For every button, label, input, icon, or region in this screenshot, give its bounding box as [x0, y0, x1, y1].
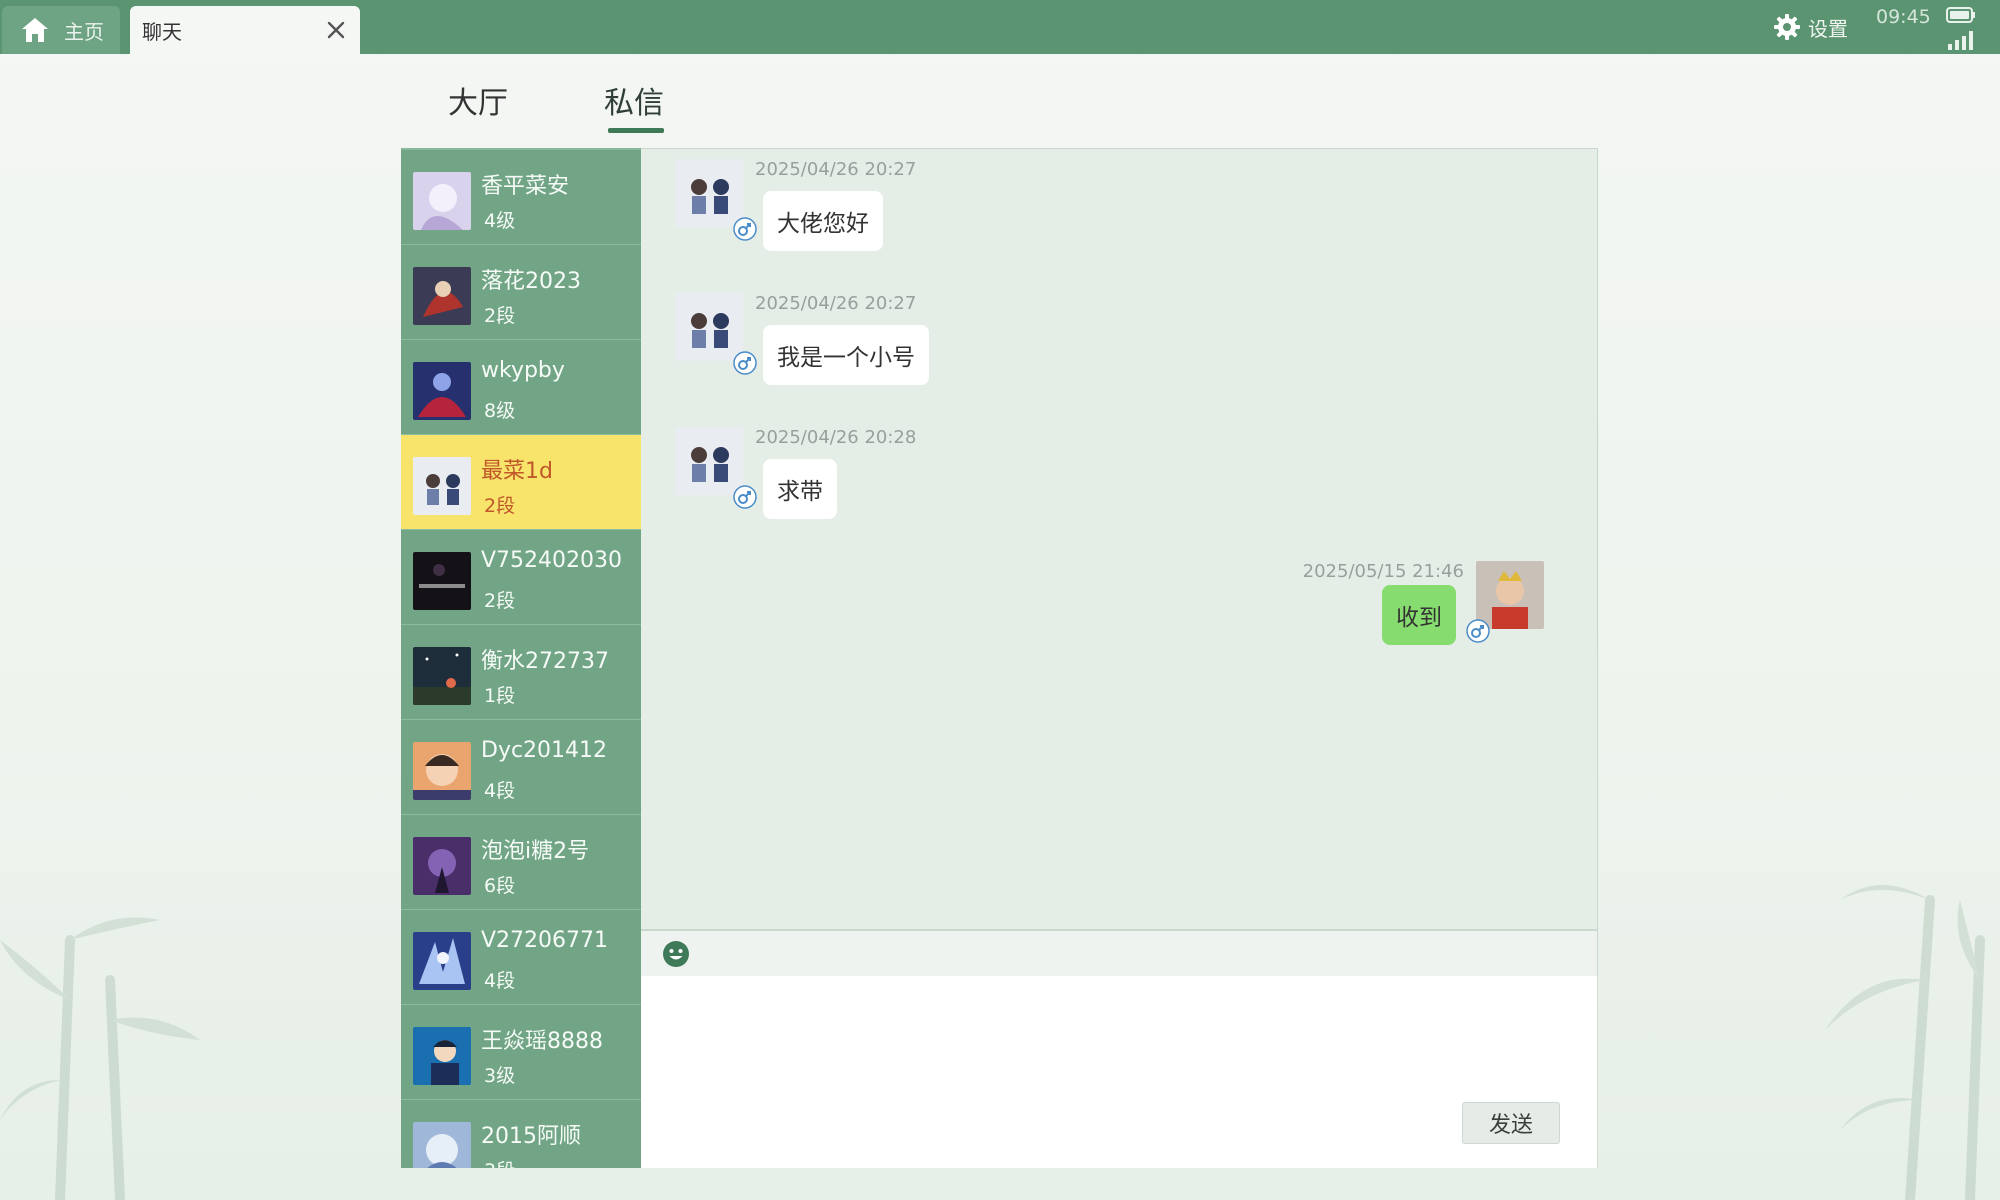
contact-item[interactable]: V752402030 2段 [401, 530, 641, 625]
contact-avatar [413, 837, 471, 895]
home-icon [22, 18, 48, 42]
contact-name: 2015阿顺 [481, 1124, 581, 1149]
send-button[interactable]: 发送 [1462, 1102, 1560, 1144]
settings-label: 设置 [1808, 16, 1848, 41]
message-timestamp: 2025/04/26 20:28 [755, 427, 917, 448]
contact-level: 3级 [484, 1065, 516, 1087]
contact-name: 最菜1d [481, 459, 553, 484]
close-icon[interactable] [324, 18, 348, 42]
contact-avatar [413, 647, 471, 705]
signal-icon [1948, 31, 1973, 50]
contact-level: 4段 [484, 970, 516, 992]
contact-name: V27206771 [481, 928, 609, 953]
contact-list[interactable]: 香平菜安 4级 落花2023 2段 wkypby 8级 最菜1d 2段 V752… [401, 148, 641, 1168]
contact-level: 2段 [484, 590, 516, 612]
contact-item-selected[interactable]: 最菜1d 2段 [401, 435, 641, 530]
contact-level: 4级 [484, 210, 516, 232]
message-bubble: 收到 [1382, 585, 1456, 645]
message-timestamp: 2025/05/15 21:46 [1302, 561, 1464, 582]
contact-avatar [413, 1027, 471, 1085]
input-toolbar [641, 930, 1598, 976]
message-timestamp: 2025/04/26 20:27 [755, 293, 917, 314]
contact-level: 4段 [484, 780, 516, 802]
contact-avatar [413, 457, 471, 515]
contact-name: 香平菜安 [481, 174, 570, 199]
contact-avatar [413, 932, 471, 990]
male-gender-icon [733, 351, 757, 375]
tab-private-messages[interactable]: 私信 [604, 78, 664, 122]
contact-level: 2段 [484, 305, 516, 327]
message-bubble: 求带 [763, 459, 837, 519]
contact-avatar [413, 742, 471, 800]
chat-message-area[interactable]: 2025/04/26 20:27 大佬您好 2025/04/26 20:27 我… [641, 148, 1598, 930]
gear-icon [1774, 14, 1800, 40]
chat-tab[interactable]: 聊天 [130, 6, 360, 54]
bamboo-decoration-left [0, 917, 200, 1200]
contact-item[interactable]: Dyc201412 4段 [401, 720, 641, 815]
contact-name: 王焱瑶8888 [481, 1029, 603, 1054]
contact-level: 1段 [484, 685, 516, 707]
message-bubble: 大佬您好 [763, 191, 883, 251]
contact-name: Dyc201412 [481, 738, 608, 763]
active-tab-indicator [608, 128, 664, 133]
contact-avatar [413, 1122, 471, 1168]
chat-tab-label: 聊天 [142, 19, 182, 44]
home-tab-label: 主页 [64, 19, 104, 44]
contact-item[interactable]: wkypby 8级 [401, 340, 641, 435]
contact-item[interactable]: V27206771 4段 [401, 910, 641, 1005]
contact-level: 8级 [484, 400, 516, 422]
contact-name: 泡泡i糖2号 [481, 839, 590, 864]
contact-item[interactable]: 泡泡i糖2号 6段 [401, 815, 641, 910]
male-gender-icon [733, 217, 757, 241]
contact-avatar [413, 267, 471, 325]
contact-level: 6段 [484, 875, 516, 897]
emoji-icon[interactable] [661, 939, 691, 969]
top-bar: 主页 聊天 设置 09:45 [0, 0, 2000, 54]
message-bubble: 我是一个小号 [763, 325, 929, 385]
contact-avatar [413, 552, 471, 610]
contact-name: V752402030 [481, 548, 623, 573]
contact-name: 落花2023 [481, 269, 581, 294]
battery-icon [1946, 7, 1975, 23]
status-clock: 09:45 [1876, 6, 1931, 28]
contact-item[interactable]: 落花2023 2段 [401, 245, 641, 340]
message-timestamp: 2025/04/26 20:27 [755, 159, 917, 180]
contact-level: 2段 [484, 495, 516, 517]
contact-level: 3段 [484, 1156, 515, 1168]
contact-item[interactable]: 王焱瑶8888 3级 [401, 1005, 641, 1100]
contact-name: 衡水272737 [481, 649, 609, 674]
contact-item[interactable]: 香平菜安 4级 [401, 150, 641, 245]
home-tab[interactable]: 主页 [2, 6, 120, 54]
bamboo-decoration-right [1825, 885, 1985, 1200]
contact-avatar [413, 362, 471, 420]
contact-item[interactable]: 衡水272737 1段 [401, 625, 641, 720]
tab-hall[interactable]: 大厅 [448, 78, 508, 122]
contact-name: wkypby [481, 358, 565, 383]
message-outgoing: 2025/05/15 21:46 收到 [641, 561, 1598, 651]
contact-item[interactable]: 2015阿顺 3段 [401, 1100, 641, 1168]
contact-avatar [413, 172, 471, 230]
male-gender-icon [1466, 619, 1490, 643]
male-gender-icon [733, 485, 757, 509]
message-input[interactable] [641, 976, 1598, 1168]
settings-button[interactable]: 设置 [1772, 10, 1848, 44]
